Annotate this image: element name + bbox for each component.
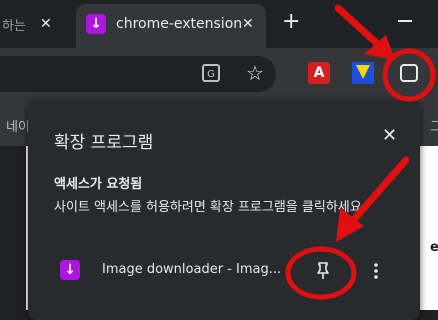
tab-title: 하는 bbox=[2, 19, 26, 34]
extension-favicon-icon: ↓ bbox=[60, 260, 80, 280]
extension-name[interactable]: Image downloader - Imag... bbox=[102, 262, 298, 277]
page-text: e bbox=[430, 240, 438, 255]
extensions-puzzle-icon[interactable] bbox=[396, 60, 422, 86]
tab-inactive[interactable]: 하는 ✕ bbox=[0, 6, 72, 42]
bookmark-item[interactable]: 네이 bbox=[6, 116, 30, 135]
page-sidebar bbox=[0, 146, 26, 310]
pin-icon[interactable] bbox=[308, 256, 338, 286]
translate-icon[interactable]: G bbox=[198, 60, 224, 86]
popup-title: 확장 프로그램 bbox=[54, 133, 154, 153]
browser-toolbar: G ☆ A bbox=[0, 48, 438, 100]
close-icon[interactable]: ✕ bbox=[382, 126, 397, 146]
address-bar[interactable] bbox=[0, 56, 276, 92]
download-extension-icon[interactable] bbox=[350, 60, 376, 86]
tab-close-icon[interactable]: ✕ bbox=[40, 16, 52, 32]
tab-active[interactable]: ↓ chrome-extension ✕ bbox=[76, 4, 266, 48]
extension-favicon-icon: ↓ bbox=[86, 14, 106, 34]
tab-close-icon[interactable]: ✕ bbox=[242, 16, 254, 32]
bookmark-item[interactable]: 그 bbox=[430, 116, 438, 135]
tab-title: chrome-extension bbox=[116, 16, 243, 32]
new-tab-button[interactable]: + bbox=[282, 10, 300, 34]
more-options-icon[interactable] bbox=[366, 256, 386, 286]
extensions-popup: 확장 프로그램 ✕ 액세스가 요청됨 사이트 액세스를 허용하려면 확장 프로그… bbox=[28, 100, 420, 320]
bookmark-star-icon[interactable]: ☆ bbox=[242, 60, 268, 86]
access-description: 사이트 액세스를 허용하려면 확장 프로그램을 클릭하세요. bbox=[54, 200, 366, 215]
extension-row[interactable]: ↓ Image downloader - Imag... bbox=[28, 250, 420, 294]
pdf-extension-icon[interactable]: A bbox=[306, 60, 332, 86]
access-requested-heading: 액세스가 요청됨 bbox=[54, 177, 143, 192]
minimize-window-button[interactable] bbox=[398, 20, 412, 22]
tab-strip: 하는 ✕ ↓ chrome-extension ✕ + bbox=[0, 0, 438, 48]
